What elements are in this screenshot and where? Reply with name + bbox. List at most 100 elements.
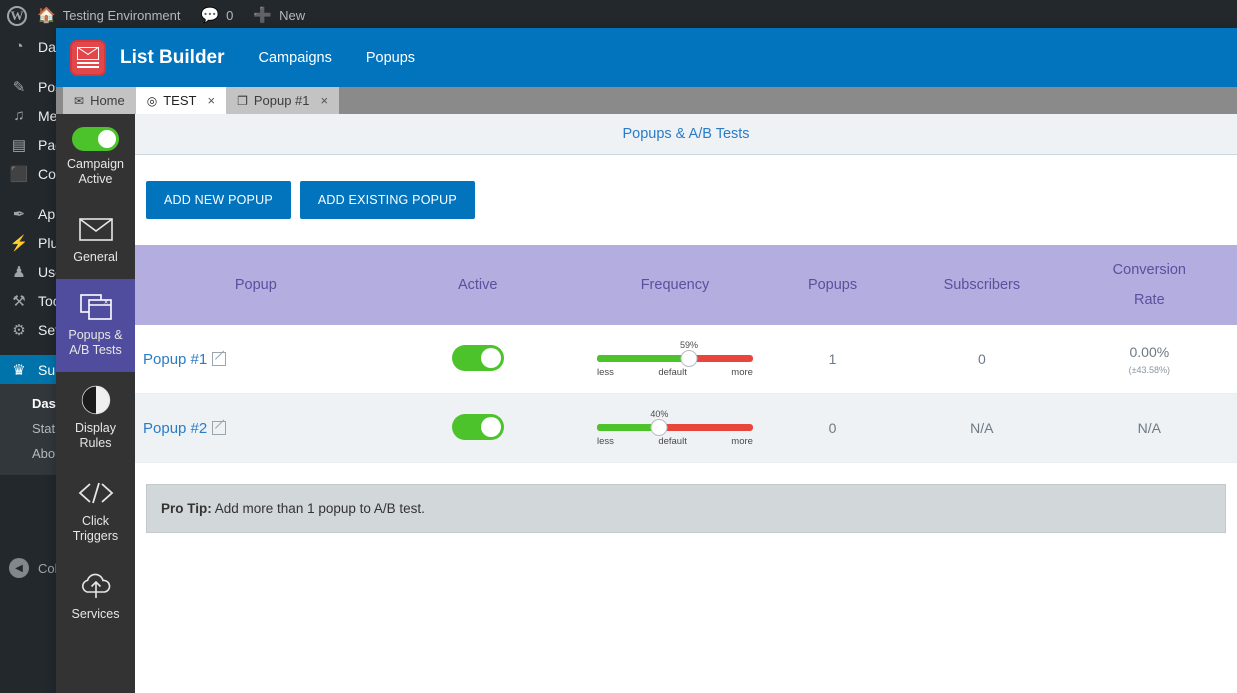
conversion-rate-margin: (±43.58%)	[1128, 364, 1171, 375]
table-row: Popup #2 40% less default more 0 N/A N/A	[135, 394, 1237, 463]
slider-track[interactable]	[596, 419, 753, 436]
sidebar-item-display-label-line1: Display	[75, 421, 116, 435]
nav-campaigns[interactable]: Campaigns	[259, 50, 332, 66]
pages-icon: ▤	[11, 136, 27, 154]
media-icon: ♫	[13, 107, 25, 124]
plugins-icon: ⚡	[9, 234, 29, 252]
comments-icon: ⬛	[9, 165, 29, 183]
add-existing-popup-button[interactable]: ADD EXISTING POPUP	[299, 181, 475, 219]
windows-icon: ❐	[237, 93, 248, 108]
tab-home[interactable]: ✉ Home	[63, 87, 136, 114]
frequency-cell: 40% less default more	[587, 409, 763, 447]
sidebar-item-click-label-line1: Click	[81, 514, 110, 528]
frequency-slider[interactable]: 59% less default more	[596, 340, 753, 378]
slider-handle[interactable]	[650, 419, 668, 436]
settings-icon: ⚙	[12, 321, 26, 339]
tools-icon: ⚒	[12, 292, 26, 310]
slider-label-more: more	[731, 367, 753, 378]
sidebar-item-click-triggers[interactable]: Click Triggers	[56, 465, 135, 558]
conversion-rate-cell: 0.00% (±43.58%)	[1062, 344, 1237, 375]
subscribers-cell: 0	[977, 351, 986, 367]
action-button-row: ADD NEW POPUP ADD EXISTING POPUP	[135, 155, 1237, 219]
conversion-rate-cell: N/A	[1062, 420, 1237, 436]
conversion-rate-value: 0.00%	[1129, 343, 1170, 360]
tab-popup-1[interactable]: ❐ Popup #1 ×	[226, 87, 340, 114]
conversion-rate-value: N/A	[1137, 420, 1161, 436]
edit-pencil-icon[interactable]	[212, 351, 227, 366]
appearance-icon: ✒	[12, 205, 26, 223]
slider-label-default: default	[658, 367, 687, 378]
table-header-row: Popup Active Frequency Popups Subscriber…	[135, 245, 1237, 325]
frequency-percent-label: 40%	[650, 409, 669, 419]
col-conversion-line2: Rate	[1134, 292, 1165, 308]
sidebar-item-display-rules[interactable]: Display Rules	[56, 372, 135, 465]
close-icon[interactable]: ×	[207, 93, 215, 108]
frequency-cell: 59% less default more	[587, 340, 763, 378]
pro-tip-text: Add more than 1 popup to A/B test.	[211, 501, 425, 516]
col-popup: Popup	[234, 277, 277, 293]
users-icon: ♟	[12, 263, 26, 281]
active-toggle-cell	[369, 413, 587, 443]
collapse-arrow-icon: ◀	[9, 558, 29, 578]
pro-tip-label: Pro Tip:	[161, 501, 212, 516]
popup-name-link[interactable]: Popup #1	[143, 351, 207, 368]
sidebar-item-display-label-line2: Rules	[79, 436, 112, 450]
svg-text:×: ×	[103, 299, 107, 306]
popups-count-cell: 1	[828, 351, 837, 367]
pin-icon: ✎	[12, 78, 26, 96]
table-row: Popup #1 59% less default more 1 0 0.00% (±43.58…	[135, 325, 1237, 394]
pro-tip-banner: Pro Tip: Add more than 1 popup to A/B te…	[146, 484, 1226, 533]
sidebar-item-general[interactable]: General	[56, 201, 135, 279]
popup-active-toggle[interactable]	[451, 344, 504, 371]
close-icon[interactable]: ×	[321, 93, 329, 108]
target-icon: ◎	[146, 93, 158, 108]
popup-name-cell: Popup #1	[135, 351, 369, 368]
list-builder-envelope-logo	[70, 39, 106, 76]
list-builder-panel: List Builder Campaigns Popups ✉ Home ◎ TEST…	[56, 28, 1237, 693]
edit-pencil-icon[interactable]	[212, 420, 227, 435]
nav-popups[interactable]: Popups	[366, 50, 415, 66]
tab-strip: ✉ Home ◎ TEST × ❐ Popup #1 ×	[56, 87, 1237, 114]
sidebar-item-services[interactable]: Services	[56, 558, 135, 636]
popup-name-link[interactable]: Popup #2	[143, 420, 207, 437]
campaign-active-toggle-item[interactable]: Campaign Active	[56, 114, 135, 201]
sidebar-item-click-label-line2: Triggers	[72, 529, 119, 543]
add-new-popup-button[interactable]: ADD NEW POPUP	[146, 181, 291, 219]
crown-icon: ♛	[12, 361, 26, 379]
slider-handle[interactable]	[680, 350, 698, 367]
page-title: Popups & A/B Tests	[622, 126, 750, 142]
envelope-icon: ✉	[74, 93, 85, 108]
home-icon: 🏠	[37, 7, 56, 24]
popup-active-toggle[interactable]	[451, 413, 504, 440]
tab-label: Popup #1	[253, 93, 310, 108]
col-frequency: Frequency	[640, 277, 710, 293]
campaign-active-label-line2: Active	[78, 172, 113, 186]
sidebar-item-popups-label-line1: Popups &	[68, 328, 123, 342]
subscribers-cell: N/A	[970, 420, 994, 436]
half-circle-icon	[77, 385, 115, 415]
tab-label: TEST	[163, 93, 197, 108]
sidebar-item-popups-label-line2: A/B Tests	[69, 343, 122, 357]
popups-table: Popup Active Frequency Popups Subscriber…	[135, 245, 1237, 463]
slider-label-more: more	[731, 436, 753, 447]
wordpress-logo-icon[interactable]: W	[7, 6, 27, 26]
frequency-percent-label: 59%	[679, 340, 698, 350]
sidebar-item-services-label: Services	[71, 607, 120, 621]
plugin-title: List Builder	[120, 46, 225, 68]
cloud-upload-icon	[77, 571, 115, 601]
plugin-icon-sidebar: Campaign Active General × Popups & A/B T…	[56, 114, 135, 693]
frequency-slider[interactable]: 40% less default more	[596, 409, 753, 447]
envelope-icon	[77, 214, 115, 244]
plugin-header: List Builder Campaigns Popups	[56, 28, 1237, 87]
slider-label-less: less	[596, 436, 614, 447]
sidebar-item-popups-ab-tests[interactable]: × Popups & A/B Tests	[56, 279, 135, 372]
code-brackets-icon	[77, 478, 115, 508]
tab-test[interactable]: ◎ TEST ×	[135, 87, 227, 114]
content-area: Popups & A/B Tests ADD NEW POPUP ADD EXI…	[135, 114, 1237, 693]
col-active: Active	[457, 277, 498, 293]
slider-track[interactable]	[596, 350, 753, 367]
popup-name-cell: Popup #2	[135, 420, 369, 437]
col-conversion-line1: Conversion	[1112, 262, 1186, 278]
sidebar-item-general-label: General	[73, 250, 118, 264]
campaign-active-toggle[interactable]	[72, 127, 119, 151]
